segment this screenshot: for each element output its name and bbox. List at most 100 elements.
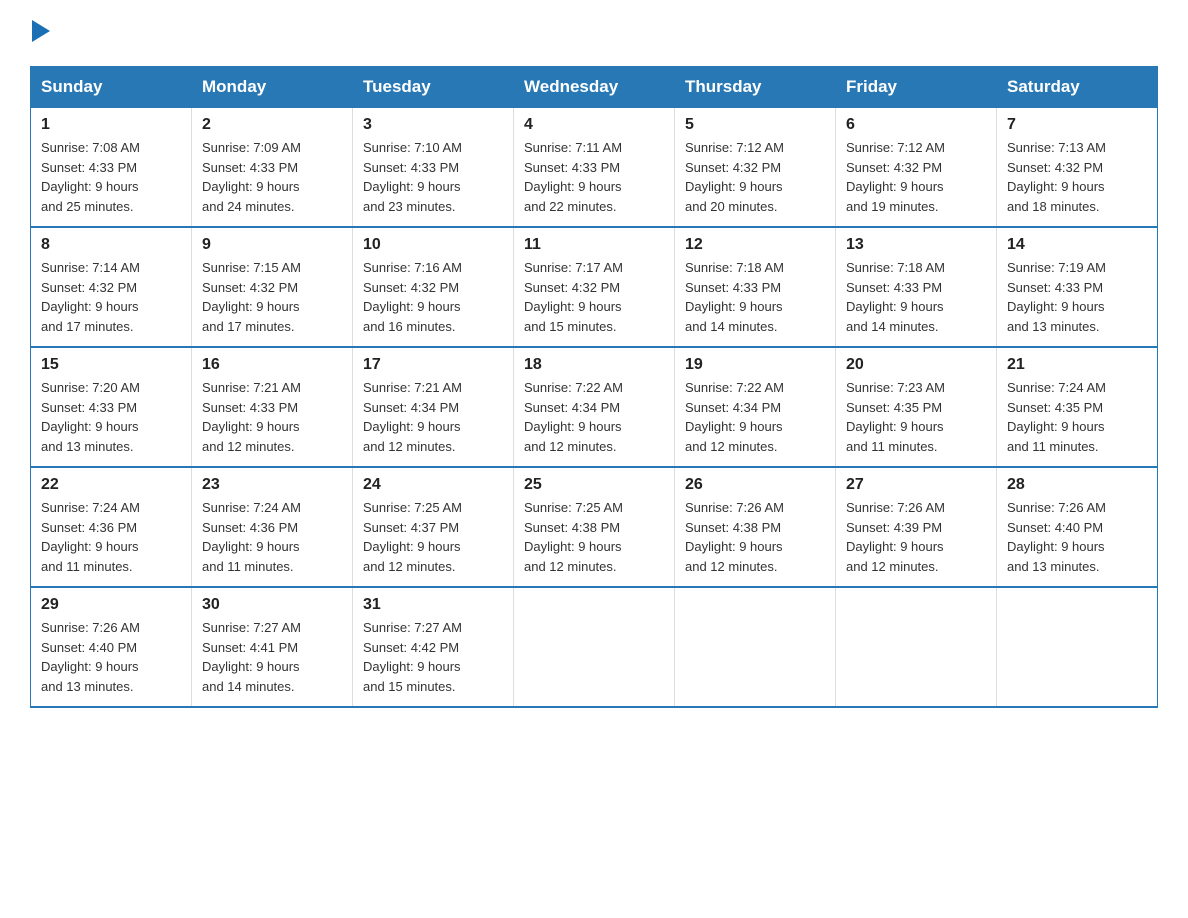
day-number: 16 [202, 356, 342, 374]
day-number: 8 [41, 236, 181, 254]
day-info: Sunrise: 7:24 AM Sunset: 4:36 PM Dayligh… [202, 498, 342, 576]
day-number: 6 [846, 116, 986, 134]
calendar-cell: 26 Sunrise: 7:26 AM Sunset: 4:38 PM Dayl… [675, 467, 836, 587]
calendar-cell: 12 Sunrise: 7:18 AM Sunset: 4:33 PM Dayl… [675, 227, 836, 347]
day-number: 26 [685, 476, 825, 494]
calendar-cell [997, 587, 1158, 707]
calendar-cell: 20 Sunrise: 7:23 AM Sunset: 4:35 PM Dayl… [836, 347, 997, 467]
day-info: Sunrise: 7:21 AM Sunset: 4:34 PM Dayligh… [363, 378, 503, 456]
calendar-header-row: SundayMondayTuesdayWednesdayThursdayFrid… [31, 67, 1158, 108]
calendar-cell: 10 Sunrise: 7:16 AM Sunset: 4:32 PM Dayl… [353, 227, 514, 347]
calendar-week-5: 29 Sunrise: 7:26 AM Sunset: 4:40 PM Dayl… [31, 587, 1158, 707]
day-info: Sunrise: 7:21 AM Sunset: 4:33 PM Dayligh… [202, 378, 342, 456]
column-header-sunday: Sunday [31, 67, 192, 108]
day-number: 15 [41, 356, 181, 374]
calendar-cell [836, 587, 997, 707]
day-number: 21 [1007, 356, 1147, 374]
calendar-cell: 7 Sunrise: 7:13 AM Sunset: 4:32 PM Dayli… [997, 108, 1158, 228]
day-info: Sunrise: 7:26 AM Sunset: 4:39 PM Dayligh… [846, 498, 986, 576]
day-number: 10 [363, 236, 503, 254]
day-number: 1 [41, 116, 181, 134]
day-info: Sunrise: 7:15 AM Sunset: 4:32 PM Dayligh… [202, 258, 342, 336]
calendar-table: SundayMondayTuesdayWednesdayThursdayFrid… [30, 66, 1158, 708]
calendar-week-4: 22 Sunrise: 7:24 AM Sunset: 4:36 PM Dayl… [31, 467, 1158, 587]
day-number: 29 [41, 596, 181, 614]
calendar-cell: 9 Sunrise: 7:15 AM Sunset: 4:32 PM Dayli… [192, 227, 353, 347]
day-info: Sunrise: 7:13 AM Sunset: 4:32 PM Dayligh… [1007, 138, 1147, 216]
calendar-cell: 13 Sunrise: 7:18 AM Sunset: 4:33 PM Dayl… [836, 227, 997, 347]
day-info: Sunrise: 7:17 AM Sunset: 4:32 PM Dayligh… [524, 258, 664, 336]
calendar-cell: 16 Sunrise: 7:21 AM Sunset: 4:33 PM Dayl… [192, 347, 353, 467]
calendar-cell: 18 Sunrise: 7:22 AM Sunset: 4:34 PM Dayl… [514, 347, 675, 467]
day-info: Sunrise: 7:16 AM Sunset: 4:32 PM Dayligh… [363, 258, 503, 336]
calendar-cell: 19 Sunrise: 7:22 AM Sunset: 4:34 PM Dayl… [675, 347, 836, 467]
day-number: 22 [41, 476, 181, 494]
day-info: Sunrise: 7:19 AM Sunset: 4:33 PM Dayligh… [1007, 258, 1147, 336]
day-number: 9 [202, 236, 342, 254]
day-info: Sunrise: 7:26 AM Sunset: 4:38 PM Dayligh… [685, 498, 825, 576]
calendar-cell: 27 Sunrise: 7:26 AM Sunset: 4:39 PM Dayl… [836, 467, 997, 587]
day-info: Sunrise: 7:14 AM Sunset: 4:32 PM Dayligh… [41, 258, 181, 336]
day-info: Sunrise: 7:18 AM Sunset: 4:33 PM Dayligh… [846, 258, 986, 336]
calendar-week-2: 8 Sunrise: 7:14 AM Sunset: 4:32 PM Dayli… [31, 227, 1158, 347]
day-number: 28 [1007, 476, 1147, 494]
calendar-cell: 3 Sunrise: 7:10 AM Sunset: 4:33 PM Dayli… [353, 108, 514, 228]
day-info: Sunrise: 7:25 AM Sunset: 4:37 PM Dayligh… [363, 498, 503, 576]
day-number: 30 [202, 596, 342, 614]
calendar-cell: 22 Sunrise: 7:24 AM Sunset: 4:36 PM Dayl… [31, 467, 192, 587]
day-info: Sunrise: 7:11 AM Sunset: 4:33 PM Dayligh… [524, 138, 664, 216]
calendar-cell [675, 587, 836, 707]
day-info: Sunrise: 7:12 AM Sunset: 4:32 PM Dayligh… [685, 138, 825, 216]
day-number: 13 [846, 236, 986, 254]
calendar-cell: 6 Sunrise: 7:12 AM Sunset: 4:32 PM Dayli… [836, 108, 997, 228]
calendar-week-3: 15 Sunrise: 7:20 AM Sunset: 4:33 PM Dayl… [31, 347, 1158, 467]
calendar-cell: 31 Sunrise: 7:27 AM Sunset: 4:42 PM Dayl… [353, 587, 514, 707]
day-number: 4 [524, 116, 664, 134]
day-number: 23 [202, 476, 342, 494]
day-info: Sunrise: 7:08 AM Sunset: 4:33 PM Dayligh… [41, 138, 181, 216]
column-header-thursday: Thursday [675, 67, 836, 108]
calendar-cell: 8 Sunrise: 7:14 AM Sunset: 4:32 PM Dayli… [31, 227, 192, 347]
column-header-wednesday: Wednesday [514, 67, 675, 108]
calendar-cell: 1 Sunrise: 7:08 AM Sunset: 4:33 PM Dayli… [31, 108, 192, 228]
calendar-cell: 15 Sunrise: 7:20 AM Sunset: 4:33 PM Dayl… [31, 347, 192, 467]
column-header-saturday: Saturday [997, 67, 1158, 108]
column-header-tuesday: Tuesday [353, 67, 514, 108]
calendar-cell: 4 Sunrise: 7:11 AM Sunset: 4:33 PM Dayli… [514, 108, 675, 228]
page-header [30, 20, 1158, 46]
day-info: Sunrise: 7:26 AM Sunset: 4:40 PM Dayligh… [41, 618, 181, 696]
day-info: Sunrise: 7:22 AM Sunset: 4:34 PM Dayligh… [524, 378, 664, 456]
day-number: 3 [363, 116, 503, 134]
calendar-cell: 30 Sunrise: 7:27 AM Sunset: 4:41 PM Dayl… [192, 587, 353, 707]
day-info: Sunrise: 7:09 AM Sunset: 4:33 PM Dayligh… [202, 138, 342, 216]
day-info: Sunrise: 7:24 AM Sunset: 4:36 PM Dayligh… [41, 498, 181, 576]
day-number: 19 [685, 356, 825, 374]
calendar-cell: 2 Sunrise: 7:09 AM Sunset: 4:33 PM Dayli… [192, 108, 353, 228]
day-info: Sunrise: 7:27 AM Sunset: 4:41 PM Dayligh… [202, 618, 342, 696]
calendar-cell [514, 587, 675, 707]
day-info: Sunrise: 7:20 AM Sunset: 4:33 PM Dayligh… [41, 378, 181, 456]
day-number: 17 [363, 356, 503, 374]
day-info: Sunrise: 7:22 AM Sunset: 4:34 PM Dayligh… [685, 378, 825, 456]
column-header-monday: Monday [192, 67, 353, 108]
day-info: Sunrise: 7:26 AM Sunset: 4:40 PM Dayligh… [1007, 498, 1147, 576]
calendar-cell: 14 Sunrise: 7:19 AM Sunset: 4:33 PM Dayl… [997, 227, 1158, 347]
day-number: 20 [846, 356, 986, 374]
calendar-cell: 28 Sunrise: 7:26 AM Sunset: 4:40 PM Dayl… [997, 467, 1158, 587]
calendar-cell: 21 Sunrise: 7:24 AM Sunset: 4:35 PM Dayl… [997, 347, 1158, 467]
calendar-cell: 11 Sunrise: 7:17 AM Sunset: 4:32 PM Dayl… [514, 227, 675, 347]
day-number: 27 [846, 476, 986, 494]
day-info: Sunrise: 7:12 AM Sunset: 4:32 PM Dayligh… [846, 138, 986, 216]
logo-arrow-icon [32, 20, 50, 42]
day-number: 11 [524, 236, 664, 254]
day-info: Sunrise: 7:24 AM Sunset: 4:35 PM Dayligh… [1007, 378, 1147, 456]
day-number: 7 [1007, 116, 1147, 134]
day-info: Sunrise: 7:27 AM Sunset: 4:42 PM Dayligh… [363, 618, 503, 696]
day-number: 2 [202, 116, 342, 134]
calendar-cell: 25 Sunrise: 7:25 AM Sunset: 4:38 PM Dayl… [514, 467, 675, 587]
calendar-cell: 17 Sunrise: 7:21 AM Sunset: 4:34 PM Dayl… [353, 347, 514, 467]
day-number: 12 [685, 236, 825, 254]
column-header-friday: Friday [836, 67, 997, 108]
day-number: 5 [685, 116, 825, 134]
calendar-cell: 29 Sunrise: 7:26 AM Sunset: 4:40 PM Dayl… [31, 587, 192, 707]
